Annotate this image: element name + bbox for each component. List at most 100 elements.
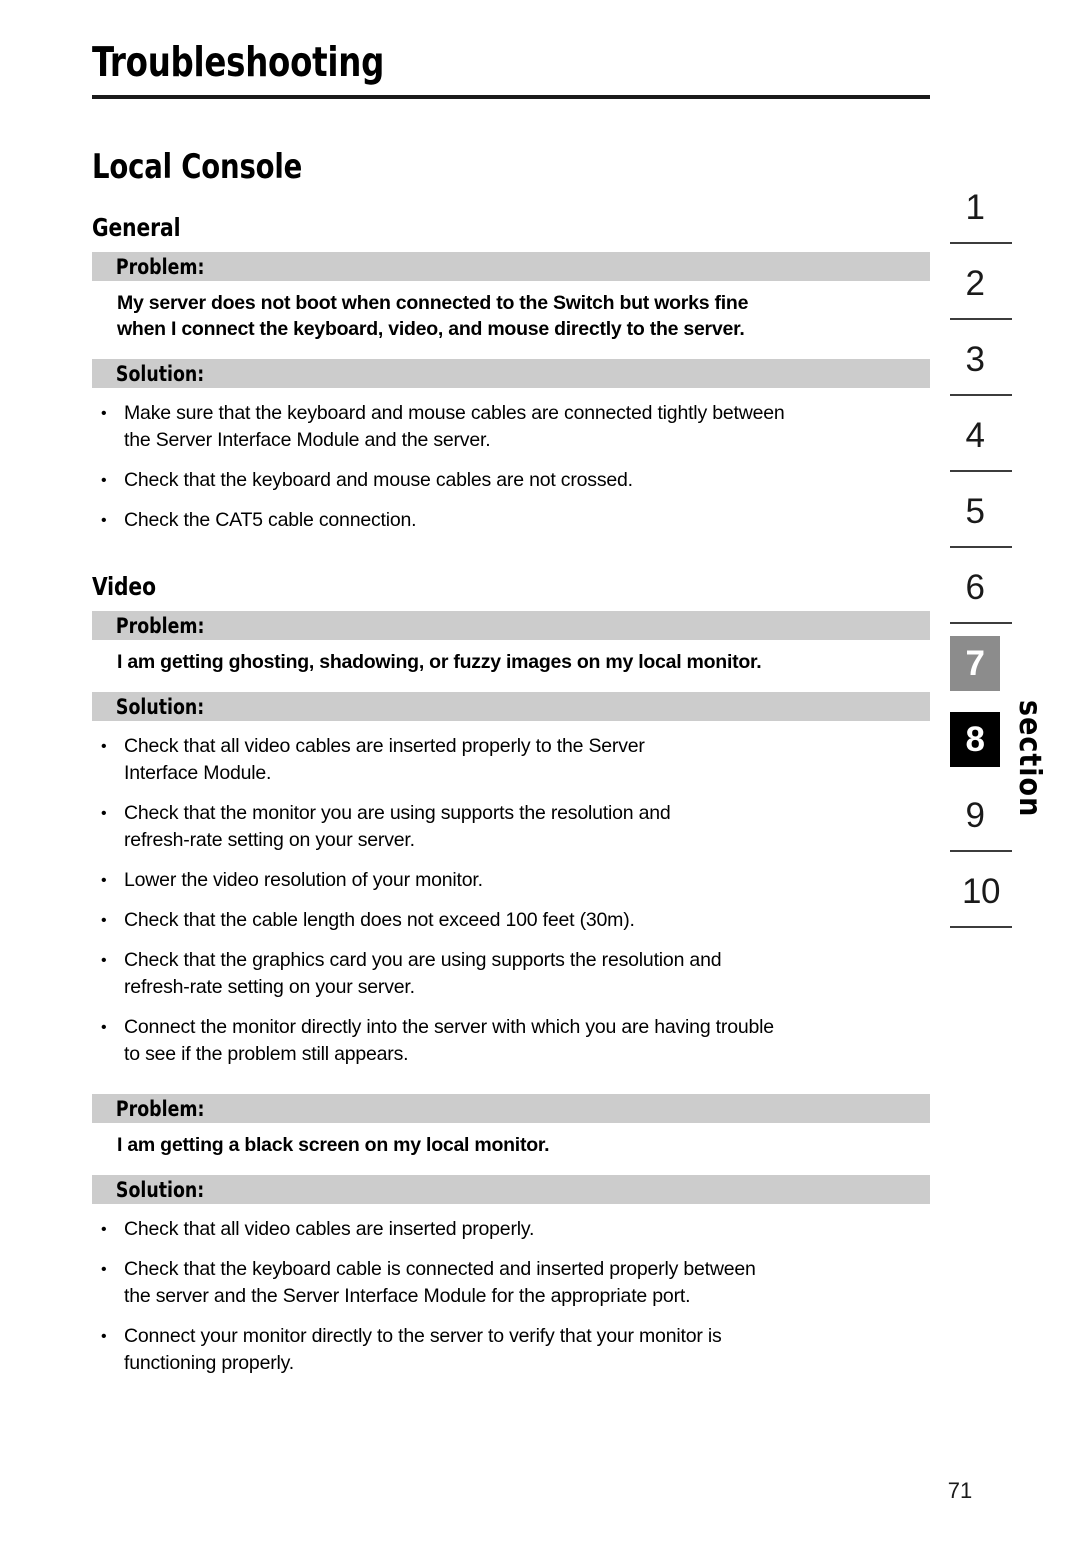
list-item: • Check that the monitor you are using s… (98, 800, 930, 854)
solution-label: Solution: (115, 1177, 205, 1202)
section-tab-divider (950, 318, 1012, 320)
section-tab-divider (950, 242, 1012, 244)
section-tab-4[interactable]: 4 (950, 408, 1016, 484)
problem-statement: My server does not boot when connected t… (92, 281, 930, 349)
list-item-line: Check that all video cables are inserted… (124, 1218, 535, 1241)
list-item-line: Check that all video cables are inserted… (124, 735, 645, 758)
section-tab-7[interactable]: 7 (950, 636, 1016, 712)
bullet-icon: • (101, 912, 107, 930)
section-tab-divider (950, 394, 1012, 396)
problem-bar: Problem: (92, 252, 930, 282)
page-number: 71 (947, 1478, 973, 1503)
list-item-line: Interface Module. (124, 762, 272, 785)
bullet-icon: • (101, 952, 107, 970)
bullet-icon: • (101, 872, 107, 890)
list-item-line: Connect your monitor directly to the ser… (124, 1325, 722, 1348)
section-tab-3[interactable]: 3 (950, 332, 1016, 408)
list-item-line: Check that the monitor you are using sup… (124, 802, 671, 825)
section-tab-2[interactable]: 2 (950, 256, 1016, 332)
problem-line: My server does not boot when connected t… (117, 292, 749, 315)
bullet-icon: • (101, 1261, 107, 1279)
section-tab-number: 8 (950, 712, 1000, 767)
list-item-line: Lower the video resolution of your monit… (124, 869, 483, 892)
section-tab-5[interactable]: 5 (950, 484, 1016, 560)
list-item: • Check that all video cables are insert… (98, 1216, 930, 1243)
page-content: Troubleshooting Local Console General Pr… (92, 38, 930, 1377)
solution-bullet-list: • Check that all video cables are insert… (92, 1216, 930, 1377)
section-tab-number: 10 (962, 871, 1000, 911)
problem-label: Problem: (115, 254, 205, 279)
list-item: • Check that the keyboard and mouse cabl… (98, 467, 930, 494)
list-item: • Check that all video cables are insert… (98, 733, 930, 787)
section-tab-number: 4 (965, 415, 985, 455)
title-divider (92, 95, 930, 100)
section-heading-video: Video (92, 572, 156, 602)
list-item-line: refresh-rate setting on your server. (124, 976, 415, 999)
list-item: • Connect the monitor directly into the … (98, 1014, 930, 1068)
problem-line: I am getting a black screen on my local … (117, 1134, 550, 1157)
list-item: • Check the CAT5 cable connection. (98, 507, 930, 534)
solution-bar: Solution: (92, 359, 930, 389)
section-tab-number: 3 (965, 339, 985, 379)
page-title: Troubleshooting (92, 38, 385, 86)
solution-bar: Solution: (92, 692, 930, 722)
problem-bar: Problem: (92, 611, 930, 641)
list-item-line: Make sure that the keyboard and mouse ca… (124, 402, 785, 425)
list-item-line: Check the CAT5 cable connection. (124, 509, 417, 532)
bullet-icon: • (101, 1221, 107, 1239)
section-tab-number: 2 (965, 263, 985, 303)
problem-bar: Problem: (92, 1094, 930, 1124)
section-tab-8-active[interactable]: 8 (950, 712, 1016, 788)
solution-bullet-list: • Make sure that the keyboard and mouse … (92, 400, 930, 534)
solution-bar: Solution: (92, 1175, 930, 1205)
list-item-line: to see if the problem still appears. (124, 1043, 409, 1066)
section-tab-number: 5 (965, 491, 985, 531)
section-tab-divider (950, 850, 1012, 852)
section-tab-divider (950, 622, 1012, 624)
document-page: Troubleshooting Local Console General Pr… (0, 0, 1080, 1542)
bullet-icon: • (101, 512, 107, 530)
problem-statement: I am getting ghosting, shadowing, or fuz… (92, 640, 930, 682)
list-item-line: functioning properly. (124, 1352, 294, 1375)
list-item-line: the server and the Server Interface Modu… (124, 1285, 691, 1308)
section-tab-10[interactable]: 10 (950, 864, 1016, 940)
section-tab-number: 7 (950, 636, 1000, 691)
section-tab-number: 9 (965, 795, 985, 835)
list-item-line: refresh-rate setting on your server. (124, 829, 415, 852)
problem-line: I am getting ghosting, shadowing, or fuz… (117, 651, 762, 674)
bullet-icon: • (101, 805, 107, 823)
problem-label: Problem: (115, 1096, 205, 1121)
section-tab-number: 1 (965, 187, 985, 227)
list-item-line: Check that the keyboard and mouse cables… (124, 469, 633, 492)
solution-label: Solution: (115, 361, 205, 386)
list-item: • Make sure that the keyboard and mouse … (98, 400, 930, 454)
section-label-vertical: section (1012, 700, 1047, 818)
problem-line: when I connect the keyboard, video, and … (117, 318, 745, 341)
bullet-icon: • (101, 1328, 107, 1346)
list-item-line: the Server Interface Module and the serv… (124, 429, 491, 452)
list-item: • Check that the cable length does not e… (98, 907, 930, 934)
list-item-line: Connect the monitor directly into the se… (124, 1016, 774, 1039)
section-tab-1[interactable]: 1 (950, 180, 1016, 256)
section-tab-divider (950, 470, 1012, 472)
section-tab-divider (950, 546, 1012, 548)
list-item: • Connect your monitor directly to the s… (98, 1323, 930, 1377)
list-item: • Lower the video resolution of your mon… (98, 867, 930, 894)
section-heading-general: General (92, 213, 181, 243)
bullet-icon: • (101, 1019, 107, 1037)
solution-bullet-list: • Check that all video cables are insert… (92, 733, 930, 1068)
section-tab-6[interactable]: 6 (950, 560, 1016, 636)
section-tab-divider (950, 926, 1012, 928)
section-tab-number: 6 (965, 567, 985, 607)
bullet-icon: • (101, 738, 107, 756)
list-item: • Check that the graphics card you are u… (98, 947, 930, 1001)
problem-label: Problem: (115, 613, 205, 638)
list-item-line: Check that the cable length does not exc… (124, 909, 635, 932)
problem-statement: I am getting a black screen on my local … (92, 1123, 930, 1165)
list-item: • Check that the keyboard cable is conne… (98, 1256, 930, 1310)
section-index: 1 2 3 4 5 6 7 8 9 10 (950, 180, 1020, 940)
bullet-icon: • (101, 472, 107, 490)
chapter-heading: Local Console (92, 147, 303, 188)
section-tab-9[interactable]: 9 (950, 788, 1016, 864)
list-item-line: Check that the keyboard cable is connect… (124, 1258, 756, 1281)
